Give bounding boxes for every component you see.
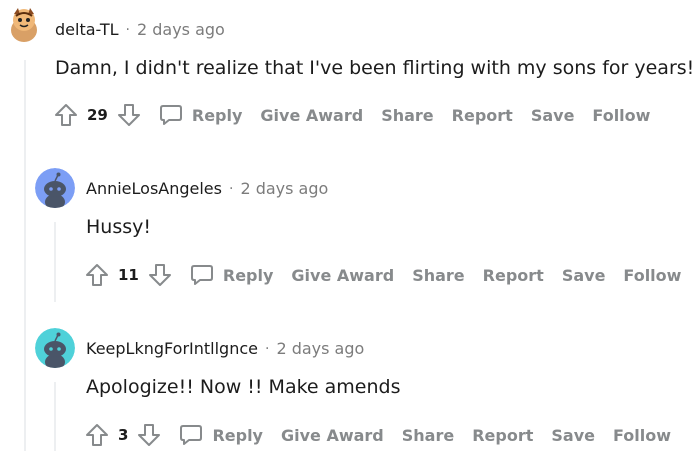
save-button[interactable]: Save	[562, 266, 606, 285]
author-name[interactable]: delta-TL	[55, 20, 119, 39]
comment-body: Damn, I didn't realize that I've been fl…	[55, 57, 695, 79]
comment-thread: delta-TL · 2 days ago Damn, I didn't rea…	[0, 0, 700, 451]
report-button[interactable]: Report	[472, 426, 533, 445]
vote-score: 11	[118, 266, 139, 284]
timestamp[interactable]: 2 days ago	[240, 179, 328, 198]
snoo-avatar-icon	[4, 4, 44, 44]
report-button[interactable]: Report	[452, 106, 513, 125]
follow-button[interactable]: Follow	[592, 106, 650, 125]
comment-actions: 29 Reply Give Award Share Report Save Fo…	[53, 102, 650, 128]
give-award-button[interactable]: Give Award	[260, 106, 363, 125]
upvote-icon[interactable]	[53, 102, 79, 128]
give-award-button[interactable]: Give Award	[281, 426, 384, 445]
reply-label: Reply	[212, 425, 263, 445]
downvote-icon[interactable]	[116, 102, 142, 128]
upvote-icon[interactable]	[84, 422, 110, 448]
author-name[interactable]: AnnieLosAngeles	[86, 179, 222, 198]
reply-button[interactable]: Reply	[189, 262, 274, 288]
share-button[interactable]: Share	[402, 426, 454, 445]
snoo-avatar-icon	[35, 328, 75, 368]
timestamp[interactable]: 2 days ago	[276, 339, 364, 358]
downvote-icon[interactable]	[136, 422, 162, 448]
reply-button[interactable]: Reply	[158, 102, 243, 128]
downvote-icon[interactable]	[147, 262, 173, 288]
share-button[interactable]: Share	[381, 106, 433, 125]
share-button[interactable]: Share	[412, 266, 464, 285]
comment-actions: 11 Reply Give Award Share Report Save Fo…	[84, 262, 681, 288]
comment-bubble-icon	[180, 425, 203, 445]
comment-actions: 3 Reply Give Award Share Report Save Fol…	[84, 422, 671, 448]
report-button[interactable]: Report	[483, 266, 544, 285]
reply-label: Reply	[222, 265, 274, 285]
author-name[interactable]: KeepLkngForIntllgnce	[86, 339, 258, 358]
thread-line[interactable]	[54, 382, 56, 451]
vote-score: 29	[87, 106, 108, 124]
thread-line[interactable]	[24, 60, 26, 451]
comment-body: Apologize!! Now !! Make amends	[86, 376, 401, 398]
reply-label: Reply	[191, 105, 243, 125]
comment-bubble-icon	[159, 105, 182, 125]
follow-button[interactable]: Follow	[613, 426, 671, 445]
save-button[interactable]: Save	[551, 426, 595, 445]
comment-body: Hussy!	[86, 216, 151, 238]
thread-line[interactable]	[54, 222, 56, 302]
save-button[interactable]: Save	[531, 106, 575, 125]
snoo-avatar-icon	[35, 168, 75, 208]
comment-bubble-icon	[190, 265, 213, 285]
timestamp[interactable]: 2 days ago	[137, 20, 225, 39]
vote-score: 3	[118, 426, 129, 444]
avatar[interactable]	[4, 4, 44, 44]
avatar[interactable]	[35, 168, 75, 208]
separator-dot: ·	[264, 340, 270, 357]
follow-button[interactable]: Follow	[623, 266, 681, 285]
upvote-icon[interactable]	[84, 262, 110, 288]
separator-dot: ·	[228, 180, 234, 197]
avatar[interactable]	[35, 328, 75, 368]
reply-button[interactable]: Reply	[178, 422, 263, 448]
give-award-button[interactable]: Give Award	[291, 266, 394, 285]
separator-dot: ·	[125, 21, 130, 38]
